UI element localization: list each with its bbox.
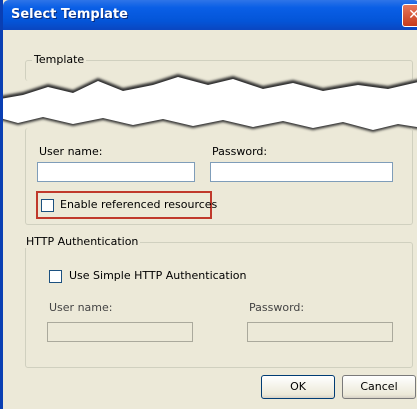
select-template-dialog: Select Template ✕ Template User name: Pa…	[0, 0, 417, 409]
http-password-label: Password:	[249, 301, 305, 314]
use-simple-http-checkbox[interactable]	[49, 270, 62, 283]
use-simple-http-label[interactable]: Use Simple HTTP Authentication	[69, 269, 247, 282]
http-password-field[interactable]	[247, 322, 393, 342]
ok-button[interactable]: OK	[261, 375, 335, 399]
enable-referenced-label[interactable]: Enable referenced resources	[60, 198, 217, 211]
close-button[interactable]: ✕	[402, 4, 417, 27]
username-label: User name:	[39, 145, 103, 158]
title-bar[interactable]: Select Template ✕	[3, 0, 417, 30]
close-icon: ✕	[408, 7, 417, 23]
enable-referenced-checkbox[interactable]	[41, 199, 54, 212]
template-group-legend: Template	[32, 53, 87, 66]
http-username-label: User name:	[49, 301, 113, 314]
http-username-field[interactable]	[47, 322, 193, 342]
dialog-title: Select Template	[11, 7, 128, 22]
cancel-button[interactable]: Cancel	[342, 375, 416, 399]
http-auth-legend: HTTP Authentication	[24, 235, 141, 248]
password-label: Password:	[212, 145, 268, 158]
password-field[interactable]	[210, 162, 393, 182]
username-field[interactable]	[37, 162, 195, 182]
